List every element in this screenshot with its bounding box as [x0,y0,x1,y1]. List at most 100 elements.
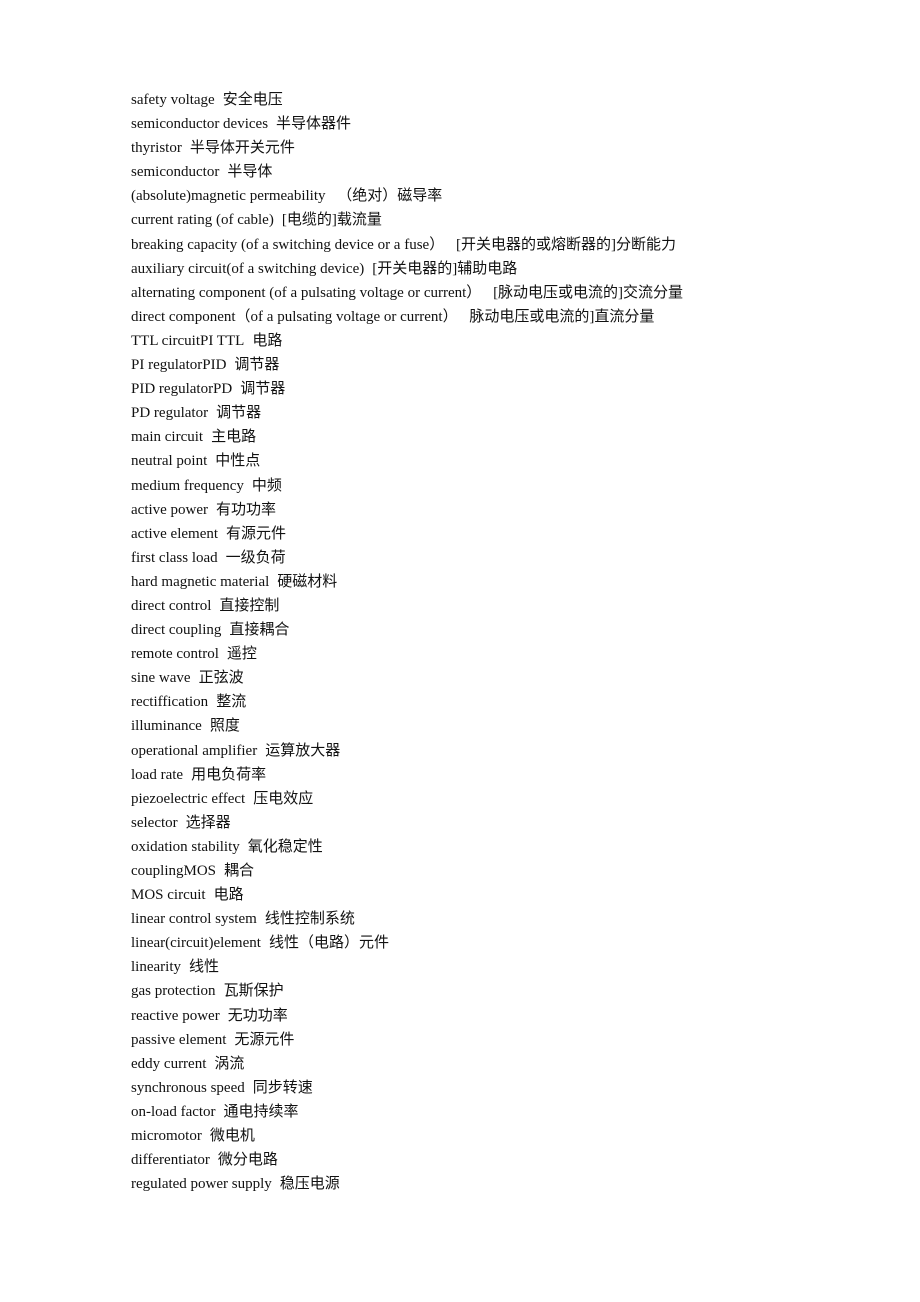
chinese-translation: [开关电器的]辅助电路 [372,260,518,277]
glossary-entry: load rate 用电负荷率 [131,763,683,787]
document-page: safety voltage 安全电压 semiconductor devices 半… [0,0,920,1302]
chinese-translation: 线性控制系统 [264,911,355,928]
english-term: couplingMOS [131,863,217,879]
glossary-entry: active element 有源元件 [131,522,683,546]
glossary-entry: MOS circuit 电路 [131,883,683,907]
english-term: breaking capacity (of a switching device… [131,236,445,253]
chinese-translation: 直接控制 [219,597,280,614]
glossary-entry: piezoelectric effect 压电效应 [131,787,683,811]
english-term: MOS circuit [131,887,206,904]
english-term: micromotor [131,1128,202,1145]
english-term: passive element [131,1031,227,1048]
chinese-translation: 电路 [213,887,244,904]
glossary-entry: PID regulatorPD 调节器 [131,377,683,401]
chinese-translation: 压电效应 [253,790,314,807]
chinese-translation: 直接耦合 [229,622,290,639]
glossary-entry: alternating component (of a pulsating vo… [131,281,683,305]
english-term: direct control [131,597,212,614]
chinese-translation: 通电持续率 [223,1103,299,1120]
glossary-entry: semiconductor devices 半导体器件 [131,112,683,136]
english-term: linear control system [131,911,257,928]
glossary-entry: semiconductor 半导体 [131,160,683,184]
english-term: operational amplifier [131,742,258,759]
chinese-translation: [电缆的]载流量 [281,212,382,229]
english-term: hard magnetic material [131,573,270,590]
glossary-entry: TTL circuitPI TTL 电路 [131,329,683,353]
glossary-entry: active power 有功功率 [131,498,683,522]
glossary-entry: breaking capacity (of a switching device… [131,233,683,257]
glossary-entry: main circuit 主电路 [131,425,683,449]
english-term: neutral point [131,453,208,470]
chinese-translation: 电路 [252,332,283,349]
glossary-list: safety voltage 安全电压 semiconductor devices 半… [131,88,683,1196]
english-term: PI regulatorPID [131,357,227,374]
chinese-translation: 同步转速 [252,1079,313,1096]
english-term: PD regulator [131,405,209,422]
english-term: semiconductor devices [131,116,269,133]
chinese-translation: 遥控 [226,646,257,663]
chinese-translation: 无功功率 [227,1007,288,1024]
glossary-entry: auxiliary circuit(of a switching device)… [131,257,683,281]
chinese-translation: 主电路 [211,429,257,446]
glossary-entry: neutral point 中性点 [131,449,683,473]
glossary-entry: medium frequency 中频 [131,474,683,498]
chinese-translation: 安全电压 [222,92,283,108]
glossary-entry: first class load 一级负荷 [131,546,683,570]
glossary-entry: reactive power 无功功率 [131,1004,683,1028]
english-term: sine wave [131,670,191,687]
english-term: load rate [131,766,184,783]
english-term: auxiliary circuit(of a switching device) [131,260,365,277]
chinese-translation: 照度 [209,718,240,735]
glossary-entry: synchronous speed 同步转速 [131,1076,683,1100]
chinese-translation: 氧化稳定性 [247,838,323,855]
glossary-entry: micromotor 微电机 [131,1124,683,1148]
english-term: thyristor [131,140,182,157]
glossary-entry: differentiator 微分电路 [131,1148,683,1172]
glossary-entry: direct coupling 直接耦合 [131,618,683,642]
glossary-entry: linear(circuit)element 线性（电路）元件 [131,931,683,955]
chinese-translation: 正弦波 [198,670,244,687]
english-term: differentiator [131,1152,210,1169]
chinese-translation: 稳压电源 [279,1176,340,1193]
english-term: TTL circuitPI TTL [131,332,245,349]
glossary-entry: PD regulator 调节器 [131,401,683,425]
chinese-translation: 半导体 [227,164,273,181]
chinese-translation: 微分电路 [217,1152,278,1169]
chinese-translation: 整流 [216,694,247,711]
english-term: selector [131,814,178,831]
english-term: rectiffication [131,694,209,711]
english-term: medium frequency [131,477,244,494]
chinese-translation: [脉动电压或电流的]交流分量 [489,284,684,301]
english-term: PID regulatorPD [131,381,233,398]
chinese-translation: 一级负荷 [225,549,286,566]
glossary-entry: direct control 直接控制 [131,594,683,618]
english-term: semiconductor [131,164,220,181]
chinese-translation: 调节器 [216,405,262,422]
glossary-entry: illuminance 照度 [131,714,683,738]
chinese-translation: （绝对）磁导率 [333,188,443,205]
english-term: safety voltage [131,92,215,108]
chinese-translation: 有源元件 [226,525,287,542]
glossary-entry: remote control 遥控 [131,642,683,666]
chinese-translation: 中性点 [215,453,261,470]
glossary-entry: hard magnetic material 硬磁材料 [131,570,683,594]
chinese-translation: [开关电器的或熔断器的]分断能力 [452,236,676,253]
chinese-translation: 无源元件 [234,1031,295,1048]
glossary-entry: PI regulatorPID 调节器 [131,353,683,377]
glossary-entry: (absolute)magnetic permeability （绝对）磁导率 [131,184,683,208]
english-term: current rating (of cable) [131,212,274,229]
chinese-translation: 选择器 [185,814,231,831]
glossary-entry: linear control system 线性控制系统 [131,907,683,931]
glossary-entry: selector 选择器 [131,811,683,835]
glossary-entry: regulated power supply 稳压电源 [131,1172,683,1196]
glossary-entry: on-load factor 通电持续率 [131,1100,683,1124]
english-term: piezoelectric effect [131,790,246,807]
english-term: regulated power supply [131,1176,272,1193]
chinese-translation: 微电机 [209,1128,255,1145]
chinese-translation: 线性 [188,959,219,976]
glossary-entry: sine wave 正弦波 [131,666,683,690]
english-term: first class load [131,549,218,566]
glossary-entry: eddy current 涡流 [131,1052,683,1076]
chinese-translation: 耦合 [224,863,255,879]
chinese-translation: 用电负荷率 [191,766,267,783]
